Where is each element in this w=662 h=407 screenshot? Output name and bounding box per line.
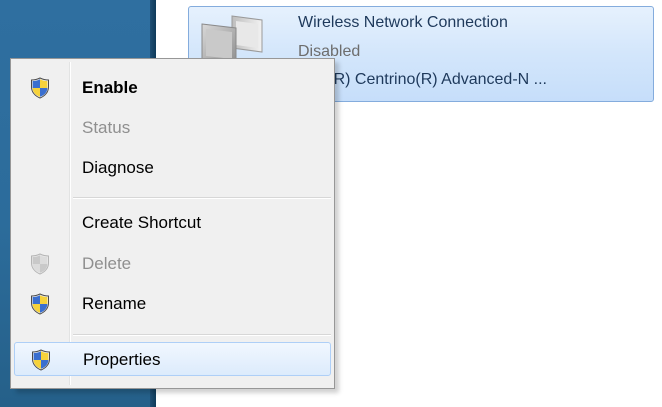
menu-item-label: Create Shortcut xyxy=(82,213,202,232)
adapter-name: Wireless Network Connection xyxy=(298,14,508,31)
shield-uac-icon xyxy=(30,253,50,275)
context-menu: Enable Status Diagnose Create Shortcut D… xyxy=(10,58,335,389)
menu-item-label: Delete xyxy=(82,254,132,273)
menu-item-create-shortcut[interactable]: Create Shortcut xyxy=(14,206,331,240)
shield-uac-icon xyxy=(31,349,51,371)
menu-separator xyxy=(73,197,331,199)
shield-uac-icon xyxy=(30,293,50,315)
menu-item-label: Properties xyxy=(83,350,161,369)
menu-item-status[interactable]: Status xyxy=(14,111,331,145)
menu-item-label: Rename xyxy=(82,294,147,313)
menu-item-properties[interactable]: Properties xyxy=(14,342,331,376)
menu-item-rename[interactable]: Rename xyxy=(14,287,331,321)
menu-item-diagnose[interactable]: Diagnose xyxy=(14,151,331,185)
menu-item-label: Status xyxy=(82,118,131,137)
menu-separator xyxy=(73,334,331,336)
menu-item-delete[interactable]: Delete xyxy=(14,247,331,281)
menu-item-label: Enable xyxy=(82,78,138,97)
shield-uac-icon xyxy=(30,77,50,99)
menu-item-label: Diagnose xyxy=(82,158,154,177)
menu-item-enable[interactable]: Enable xyxy=(14,71,331,105)
